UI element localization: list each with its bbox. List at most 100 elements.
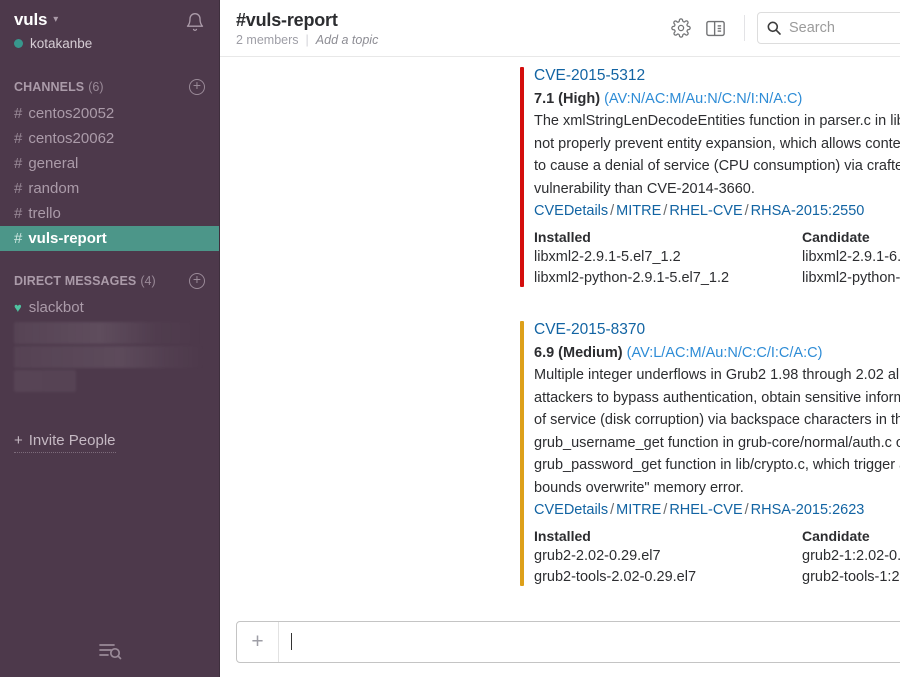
cve-description: The xmlStringLenDecodeEntities function … — [534, 110, 900, 200]
text-caret — [291, 633, 292, 650]
candidate-label: Candidate — [802, 227, 900, 247]
sidebar-item-centos20052[interactable]: # centos20052 — [0, 101, 219, 126]
cve-reference-links: CVEDetails/MITRE/RHEL-CVE/RHSA-2015:2550 — [534, 200, 900, 223]
slash: / — [745, 502, 749, 518]
notifications-bell-icon[interactable] — [185, 12, 205, 32]
search-placeholder: Search — [789, 20, 835, 36]
cve-score: 7.1 (High) — [534, 91, 600, 107]
link-rhel-cve[interactable]: RHEL-CVE — [669, 203, 742, 219]
installed-label: Installed — [534, 526, 802, 546]
link-cvedetails[interactable]: CVEDetails — [534, 203, 608, 219]
message-list-inner: CVE-2015-5312 7.1 (High) (AV:N/AC:M/Au:N… — [220, 57, 900, 620]
cve-vector: (AV:N/AC:M/Au:N/C:N/I:N/A:C) — [604, 91, 802, 107]
sidebar-item-slackbot[interactable]: ♥ slackbot — [0, 295, 219, 320]
current-user-name: kotakanbe — [30, 36, 92, 51]
divider — [744, 15, 745, 41]
message-composer[interactable]: + — [236, 621, 900, 663]
sidebar: vuls ▾ kotakanbe CHANNELS (6) # centos200… — [0, 0, 220, 677]
slash: / — [745, 203, 749, 219]
heart-icon: ♥ — [14, 295, 22, 320]
chevron-down-icon[interactable]: ▾ — [53, 14, 58, 25]
cve-attachment: CVE-2015-8370 6.9 (Medium) (AV:L/AC:M/Au… — [520, 319, 900, 588]
candidate-label: Candidate — [802, 526, 900, 546]
cve-id-link[interactable]: CVE-2015-8704 — [534, 618, 900, 620]
cve-id-link[interactable]: CVE-2015-8370 — [534, 319, 900, 342]
channel-label: trello — [28, 201, 61, 226]
cve-attachment: CVE-2015-8704 — [520, 618, 900, 620]
cve-reference-links: CVEDetails/MITRE/RHEL-CVE/RHSA-2015:2623 — [534, 499, 900, 522]
sidebar-footer — [0, 640, 219, 667]
hash-icon: # — [14, 126, 22, 151]
installed-label: Installed — [534, 227, 802, 247]
composer-area: + — [220, 620, 900, 677]
candidate-value: libxml2-python-2.9.1-6.el7_2.2 — [802, 268, 900, 289]
list-item[interactable] — [14, 370, 76, 392]
spacer — [220, 588, 900, 618]
channels-count: (6) — [88, 80, 103, 94]
message-list[interactable]: CVE-2015-5312 7.1 (High) (AV:N/AC:M/Au:N… — [220, 57, 900, 620]
team-name[interactable]: vuls — [14, 10, 47, 30]
candidate-value: libxml2-2.9.1-6.el7_2.2 — [802, 247, 900, 268]
member-count[interactable]: 2 members — [236, 33, 299, 47]
spacer — [220, 289, 900, 319]
link-mitre[interactable]: MITRE — [616, 203, 661, 219]
link-rhel-cve[interactable]: RHEL-CVE — [669, 502, 742, 518]
invite-people-label: Invite People — [29, 432, 116, 449]
header-actions: Search — [662, 12, 900, 44]
team-header[interactable]: vuls ▾ kotakanbe — [0, 0, 219, 57]
hash-icon: # — [14, 226, 22, 251]
invite-people-button[interactable]: + Invite People — [14, 432, 116, 453]
installed-value: libxml2-2.9.1-5.el7_1.2 — [534, 247, 802, 268]
hash-icon: # — [14, 176, 22, 201]
slash: / — [663, 203, 667, 219]
add-topic-link[interactable]: Add a topic — [316, 33, 379, 47]
link-rhsa[interactable]: RHSA-2015:2623 — [751, 502, 865, 518]
installed-field: Installed grub2-2.02-0.29.el7 grub2-tool… — [534, 526, 802, 588]
hash-icon: # — [14, 201, 22, 226]
cve-vector: (AV:L/AC:M/Au:N/C:C/I:C/A:C) — [627, 345, 823, 361]
cve-id-link[interactable]: CVE-2015-5312 — [534, 65, 900, 88]
list-item[interactable] — [14, 346, 205, 368]
list-item[interactable] — [14, 322, 205, 344]
sidebar-item-centos20062[interactable]: # centos20062 — [0, 126, 219, 151]
channels-section-header: CHANNELS (6) — [0, 77, 219, 97]
jump-to-search-icon[interactable] — [97, 640, 123, 667]
link-cvedetails[interactable]: CVEDetails — [534, 502, 608, 518]
installed-value: grub2-2.02-0.29.el7 — [534, 546, 802, 567]
message-input[interactable] — [279, 633, 900, 651]
panel-toggle-icon[interactable] — [700, 13, 730, 43]
search-input[interactable]: Search — [757, 12, 900, 44]
add-attachment-button[interactable]: + — [237, 622, 279, 662]
channel-label: general — [28, 151, 78, 176]
hash-icon: # — [14, 151, 22, 176]
channel-label: vuls-report — [28, 226, 106, 251]
gear-icon[interactable] — [666, 13, 696, 43]
severity-bar — [520, 321, 524, 586]
installed-value: libxml2-python-2.9.1-5.el7_1.2 — [534, 268, 802, 289]
package-fields: Installed libxml2-2.9.1-5.el7_1.2 libxml… — [534, 227, 900, 289]
dm-count: (4) — [140, 274, 155, 288]
cve-score: 6.9 (Medium) — [534, 345, 623, 361]
candidate-value: grub2-1:2.02-0.34.el7_2 — [802, 546, 900, 567]
link-rhsa[interactable]: RHSA-2015:2550 — [751, 203, 865, 219]
channel-header: #vuls-report 2 members | Add a topic — [220, 0, 900, 57]
dm-section-header: DIRECT MESSAGES (4) — [0, 271, 219, 291]
slash: / — [663, 502, 667, 518]
add-channel-button[interactable] — [189, 79, 205, 95]
slack-app-window: vuls ▾ kotakanbe CHANNELS (6) # centos200… — [0, 0, 900, 677]
page-title[interactable]: #vuls-report — [236, 10, 378, 30]
sidebar-item-trello[interactable]: # trello — [0, 201, 219, 226]
dm-label-slackbot: slackbot — [29, 295, 84, 320]
link-mitre[interactable]: MITRE — [616, 502, 661, 518]
channels-label: CHANNELS — [14, 80, 84, 94]
current-user[interactable]: kotakanbe — [14, 36, 205, 51]
plus-icon: + — [14, 432, 23, 449]
sidebar-item-vuls-report[interactable]: # vuls-report — [0, 226, 219, 251]
add-dm-button[interactable] — [189, 273, 205, 289]
main-panel: #vuls-report 2 members | Add a topic — [220, 0, 900, 677]
installed-value: grub2-tools-2.02-0.29.el7 — [534, 567, 802, 588]
sidebar-item-general[interactable]: # general — [0, 151, 219, 176]
sidebar-item-random[interactable]: # random — [0, 176, 219, 201]
cve-score-line: 7.1 (High) (AV:N/AC:M/Au:N/C:N/I:N/A:C) — [534, 88, 900, 110]
separator: | — [306, 33, 309, 47]
